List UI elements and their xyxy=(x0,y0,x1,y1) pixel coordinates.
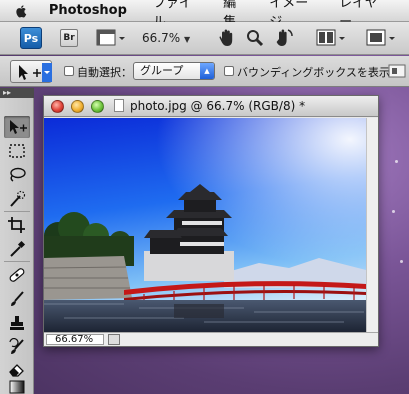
wallpaper-sparkle xyxy=(400,260,403,263)
menu-bar: Photoshop ファイル 編集 イメージ レイヤー xyxy=(0,0,409,30)
lasso-tool[interactable] xyxy=(4,164,30,186)
document-title-bar[interactable]: photo.jpg @ 66.7% (RGB/8) * xyxy=(44,96,378,117)
view-extras-icon[interactable] xyxy=(96,28,126,48)
show-bounding-box-checkbox[interactable] xyxy=(224,66,234,76)
arrange-documents-icon[interactable] xyxy=(316,29,348,47)
menu-app-name[interactable]: Photoshop xyxy=(49,3,127,18)
zoom-icon[interactable] xyxy=(246,28,264,48)
document-icon xyxy=(114,99,124,112)
healing-brush-icon xyxy=(9,268,25,282)
screen-mode-icon[interactable] xyxy=(366,29,398,47)
zoom-level[interactable]: 66.7% ▼ xyxy=(142,31,190,45)
wallpaper-sparkle xyxy=(395,160,398,163)
rotate-view-icon[interactable] xyxy=(274,27,294,49)
move-tool-icon xyxy=(10,120,27,134)
application-bar: Ps Br 66.7% ▼ xyxy=(0,22,409,55)
document-canvas[interactable] xyxy=(44,118,366,332)
apple-icon[interactable] xyxy=(14,3,29,19)
auto-select-dropdown[interactable]: グループ ▲ xyxy=(133,62,215,80)
minimize-button[interactable] xyxy=(71,100,84,113)
document-status-bar: 66.67% xyxy=(44,332,378,346)
document-window: photo.jpg @ 66.7% (RGB/8) * 66.67% xyxy=(43,95,379,347)
brush-tool[interactable] xyxy=(4,288,30,310)
close-button[interactable] xyxy=(51,100,64,113)
eyedropper-icon xyxy=(10,240,26,257)
document-title: photo.jpg @ 66.7% (RGB/8) * xyxy=(130,99,306,113)
zoom-percentage-field[interactable]: 66.67% xyxy=(46,334,104,345)
marquee-tool[interactable] xyxy=(4,140,30,162)
hand-icon[interactable] xyxy=(218,28,236,48)
auto-select-value: グループ xyxy=(140,64,184,77)
gradient-tool[interactable] xyxy=(4,376,30,394)
eyedropper-tool[interactable] xyxy=(4,238,30,260)
clone-stamp-tool[interactable] xyxy=(4,312,30,334)
vertical-scrollbar[interactable] xyxy=(366,118,378,332)
brush-icon xyxy=(11,291,24,306)
lasso-icon xyxy=(10,167,26,182)
history-brush-icon xyxy=(9,338,24,354)
photo-image xyxy=(44,118,366,332)
tool-preset-picker[interactable] xyxy=(10,60,52,83)
select-arrows-icon: ▲ xyxy=(200,63,214,79)
photoshop-logo: Ps xyxy=(20,27,42,49)
show-bounding-box-label: バウンディングボックスを表示 xyxy=(237,66,390,79)
gradient-icon xyxy=(9,380,25,394)
crop-icon xyxy=(8,217,25,233)
bridge-button[interactable]: Br xyxy=(60,29,78,47)
move-tool[interactable] xyxy=(4,116,30,138)
align-icon[interactable] xyxy=(388,64,406,78)
history-brush-tool[interactable] xyxy=(4,336,30,358)
chevron-down-icon: ▼ xyxy=(183,35,191,44)
move-tool-icon xyxy=(19,63,52,82)
quick-selection-tool[interactable] xyxy=(4,188,30,210)
tools-panel xyxy=(0,98,34,394)
auto-select-label: 自動選択： xyxy=(77,66,132,79)
tool-divider xyxy=(4,211,30,212)
clone-stamp-icon xyxy=(10,316,24,330)
tool-divider xyxy=(4,261,30,262)
healing-brush-tool[interactable] xyxy=(4,264,30,286)
auto-select-checkbox[interactable] xyxy=(64,66,74,76)
tools-panel-header[interactable]: ▸▸ xyxy=(0,88,34,98)
wallpaper-sparkle xyxy=(392,210,395,213)
zoom-button[interactable] xyxy=(91,100,104,113)
options-bar: 自動選択： グループ ▲ バウンディングボックスを表示 xyxy=(0,56,409,87)
marquee-icon xyxy=(9,144,25,158)
crop-tool[interactable] xyxy=(4,214,30,236)
quick-select-icon xyxy=(10,190,26,207)
zoom-level-value: 66.7% xyxy=(142,31,181,45)
status-info-icon[interactable] xyxy=(108,334,120,345)
